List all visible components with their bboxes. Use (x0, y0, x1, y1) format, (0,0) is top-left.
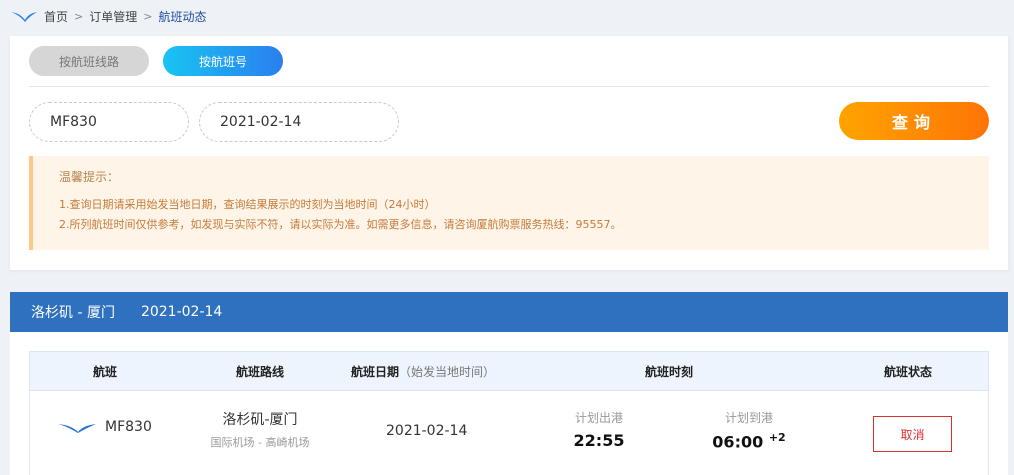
flight-number: MF830 (105, 419, 152, 435)
header-route: 航班路线 (235, 364, 284, 379)
header-date: 航班日期 （始发当地时间） (348, 352, 498, 390)
table-header: 航班 航班路线 航班日期 （始发当地时间） 航班时刻 航班状态 (29, 351, 989, 391)
notice-line-1: 1.查询日期请采用始发当地日期，查询结果展示的时刻为当地时间（24小时） (59, 198, 436, 211)
result-date: 2021-02-14 (140, 304, 223, 320)
route-airports: 国际机场 - 高崎机场 (210, 436, 310, 449)
flight-table: 航班 航班路线 航班日期 （始发当地时间） 航班时刻 航班状态 MF830 洛杉矶… (10, 332, 1008, 475)
result-route: 洛杉矶 - 厦门 (31, 305, 115, 321)
route-cell: 洛杉矶-厦门 国际机场 - 高崎机场 (205, 409, 315, 450)
breadcrumb: 首页 > 订单管理 > 航班动态 (10, 6, 206, 26)
header-times: 航班时刻 (644, 364, 693, 379)
header-date-label: 航班日期 (350, 364, 399, 379)
status-badge: 取消 (873, 416, 952, 452)
route-cities: 洛杉矶-厦门 (222, 412, 298, 428)
divider (29, 86, 989, 87)
arrival-label: 计划到港 (724, 411, 773, 425)
tab-by-route[interactable]: 按航班线路 (29, 46, 149, 76)
header-flight: 航班 (92, 364, 117, 379)
search-panel: 按航班线路 按航班号 MF830 2021-02-14 查询 温馨提示： 1.查… (10, 36, 1008, 270)
breadcrumb-current: 航班动态 (158, 9, 207, 24)
result-header: 洛杉矶 - 厦门 2021-02-14 (10, 292, 1008, 332)
table-row: MF830 洛杉矶-厦门 国际机场 - 高崎机场 2021-02-14 计划出港… (29, 391, 989, 475)
chevron-right-icon: > (143, 9, 153, 23)
tab-by-flight-number[interactable]: 按航班号 (163, 46, 283, 76)
breadcrumb-home[interactable]: 首页 (44, 8, 68, 25)
departure-label: 计划出港 (574, 411, 623, 425)
notice-title: 温馨提示： (59, 170, 120, 184)
notice-box: 温馨提示： 1.查询日期请采用始发当地日期，查询结果展示的时刻为当地时间（24小… (29, 156, 989, 250)
notice-line-2: 2.所列航班时间仅供参考，如发现与实际不符，请以实际为准。如需更多信息，请咨询厦… (59, 218, 622, 231)
flight-date: 2021-02-14 (386, 423, 468, 439)
xiamen-airlines-egret-icon (58, 424, 96, 433)
query-button[interactable]: 查询 (839, 102, 989, 140)
arrival-time-wrap: 06:00 +2 (699, 431, 799, 451)
xiamen-airlines-logo-icon (11, 12, 37, 22)
chevron-right-icon: > (74, 9, 84, 23)
breadcrumb-orders[interactable]: 订单管理 (89, 8, 137, 25)
departure-time: 22:55 (573, 431, 625, 450)
arrival-cell: 计划到港 06:00 +2 (699, 409, 799, 451)
arrival-day-offset: +2 (768, 431, 786, 444)
arrival-time: 06:00 (712, 432, 764, 452)
flight-number-input[interactable]: MF830 (29, 102, 189, 142)
flight-date-input[interactable]: 2021-02-14 (199, 102, 399, 142)
flight-cell: MF830 (57, 419, 152, 435)
header-status: 航班状态 (883, 364, 932, 379)
departure-cell: 计划出港 22:55 (549, 409, 649, 450)
header-date-note: （始发当地时间） (399, 364, 496, 379)
